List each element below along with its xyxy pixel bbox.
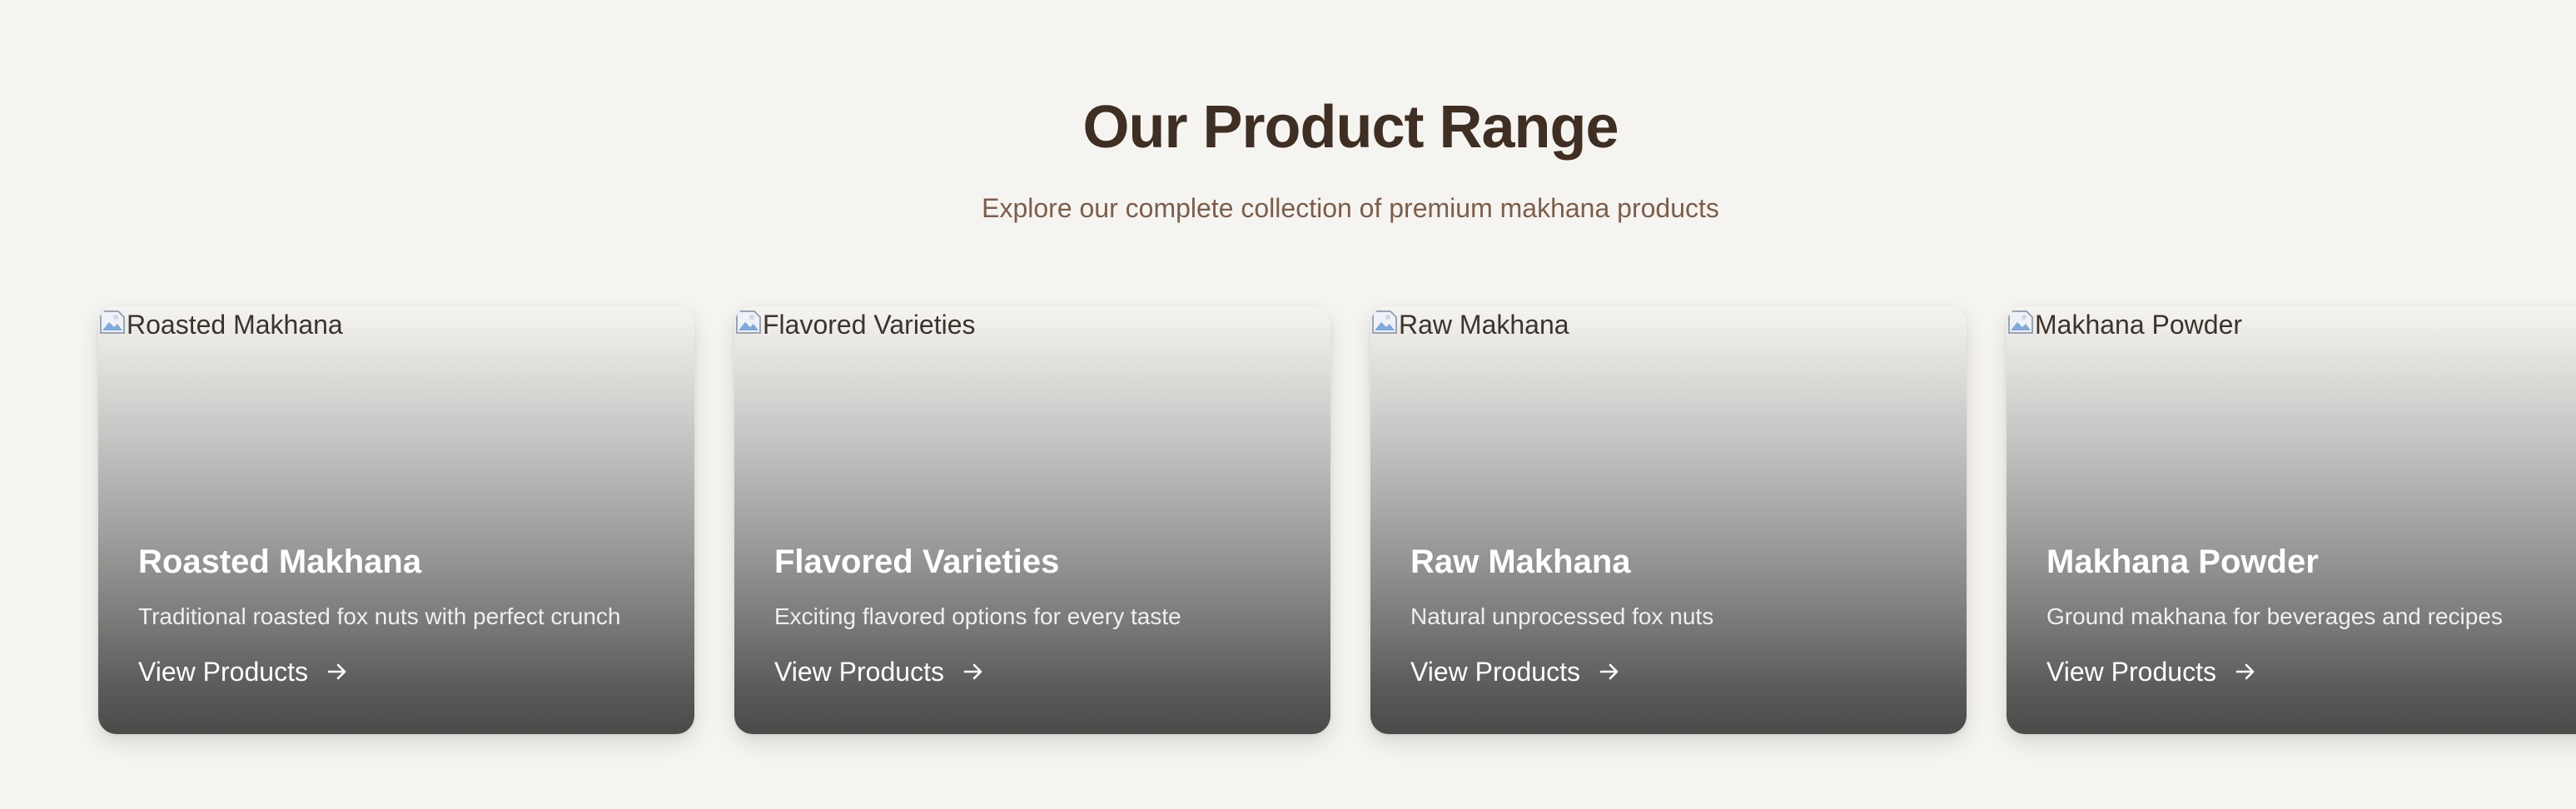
card-body: Roasted Makhana Traditional roasted fox … xyxy=(138,541,674,689)
card-description: Ground makhana for beverages and recipes xyxy=(2046,603,2503,629)
product-image-alt-text: Makhana Powder xyxy=(2035,310,2243,340)
card-body: Flavored Varieties Exciting flavored opt… xyxy=(774,541,1310,689)
view-products-label: View Products xyxy=(1410,657,1580,687)
product-image-placeholder: Roasted Makhana xyxy=(98,306,343,343)
view-products-label: View Products xyxy=(2046,657,2216,687)
card-title: Roasted Makhana xyxy=(138,543,422,580)
product-image-alt-text: Raw Makhana xyxy=(1399,310,1569,340)
card-title: Flavored Varieties xyxy=(774,543,1060,580)
product-card-raw-makhana[interactable]: Raw Makhana Raw Makhana Natural unproces… xyxy=(1370,306,1967,734)
product-range-section: Our Product Range Explore our complete c… xyxy=(0,0,2576,809)
card-description: Traditional roasted fox nuts with perfec… xyxy=(138,603,621,629)
section-title: Our Product Range xyxy=(1082,94,1619,161)
view-products-label: View Products xyxy=(774,657,944,687)
card-body: Raw Makhana Natural unprocessed fox nuts… xyxy=(1410,541,1947,689)
view-products-label: View Products xyxy=(138,657,308,687)
product-image-alt-text: Flavored Varieties xyxy=(763,310,976,340)
card-description: Natural unprocessed fox nuts xyxy=(1410,603,1714,629)
arrow-right-icon xyxy=(1599,663,1619,680)
product-card-roasted-makhana[interactable]: Roasted Makhana Roasted Makhana Traditio… xyxy=(98,306,694,734)
arrow-right-icon xyxy=(327,663,346,680)
view-products-link[interactable]: View Products xyxy=(1410,654,1620,689)
card-body: Makhana Powder Ground makhana for bevera… xyxy=(2046,541,2576,689)
product-image-placeholder: Makhana Powder xyxy=(2007,306,2242,343)
broken-image-icon xyxy=(1370,308,1399,336)
product-image-alt-text: Roasted Makhana xyxy=(127,310,343,340)
card-title: Raw Makhana xyxy=(1410,543,1631,580)
card-title: Makhana Powder xyxy=(2046,543,2319,580)
broken-image-icon xyxy=(98,308,127,336)
view-products-link[interactable]: View Products xyxy=(138,654,348,689)
arrow-right-icon xyxy=(2235,663,2255,680)
product-card-makhana-powder[interactable]: Makhana Powder Makhana Powder Ground mak… xyxy=(2007,306,2576,734)
card-description: Exciting flavored options for every tast… xyxy=(774,603,1181,629)
section-subtitle: Explore our complete collection of premi… xyxy=(982,193,1719,223)
product-image-placeholder: Flavored Varieties xyxy=(734,306,976,343)
view-products-link[interactable]: View Products xyxy=(774,654,984,689)
arrow-right-icon xyxy=(963,663,982,680)
broken-image-icon xyxy=(2007,308,2035,336)
view-products-link[interactable]: View Products xyxy=(2046,654,2256,689)
product-card-flavored-varieties[interactable]: Flavored Varieties Flavored Varieties Ex… xyxy=(734,306,1330,734)
product-image-placeholder: Raw Makhana xyxy=(1370,306,1569,343)
broken-image-icon xyxy=(734,308,763,336)
